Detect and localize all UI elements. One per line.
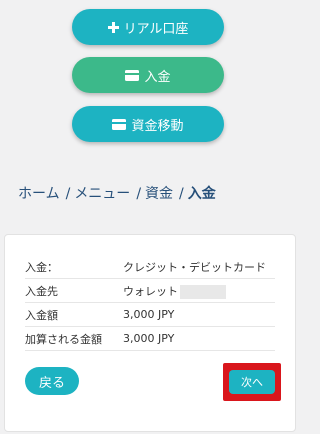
next-button[interactable]: 次へ xyxy=(229,370,275,394)
breadcrumb-separator: / xyxy=(65,186,71,202)
plus-icon xyxy=(107,21,119,33)
row-value: ウォレット xyxy=(123,284,178,298)
breadcrumb-menu[interactable]: メニュー xyxy=(74,186,130,202)
row-value-wrap: ウォレット xyxy=(123,283,226,299)
deposit-label: 入金 xyxy=(144,69,171,85)
row-value: 3,000 JPY xyxy=(123,332,175,345)
row-label: 加算される金額 xyxy=(25,332,102,346)
breadcrumb-home[interactable]: ホーム xyxy=(18,186,60,202)
confirm-row-credited: 加算される金額 3,000 JPY xyxy=(25,327,275,351)
breadcrumb-current: 入金 xyxy=(187,186,216,202)
row-label: 入金額 xyxy=(25,308,58,322)
row-value: 3,000 JPY xyxy=(123,308,175,321)
real-account-button[interactable]: リアル口座 xyxy=(72,9,224,45)
back-button[interactable]: 戻る xyxy=(25,367,79,395)
row-label: 入金： xyxy=(25,260,58,274)
confirm-card: 入金： クレジット・デビットカード 入金先 ウォレット 入金額 3,000 JP… xyxy=(4,234,296,432)
breadcrumb: ホーム / メニュー / 資金 / 入金 xyxy=(18,183,216,203)
confirm-row-amount: 入金額 3,000 JPY xyxy=(25,303,275,327)
deposit-button[interactable]: 入金 xyxy=(72,57,224,93)
transfer-button[interactable]: 資金移動 xyxy=(72,106,224,142)
row-label: 入金先 xyxy=(25,284,58,298)
real-account-label: リアル口座 xyxy=(123,21,189,37)
breadcrumb-funds[interactable]: 資金 xyxy=(145,186,173,202)
transfer-label: 資金移動 xyxy=(131,118,184,134)
breadcrumb-separator: / xyxy=(136,186,142,202)
masked-wallet-id xyxy=(180,284,226,299)
card-icon xyxy=(112,118,127,130)
breadcrumb-separator: / xyxy=(179,186,184,202)
confirm-row-method: 入金： クレジット・デビットカード xyxy=(25,255,275,279)
confirm-row-destination: 入金先 ウォレット xyxy=(25,279,275,303)
next-button-highlight: 次へ xyxy=(223,363,281,401)
card-icon xyxy=(125,69,140,81)
row-value: クレジット・デビットカード xyxy=(123,260,266,274)
